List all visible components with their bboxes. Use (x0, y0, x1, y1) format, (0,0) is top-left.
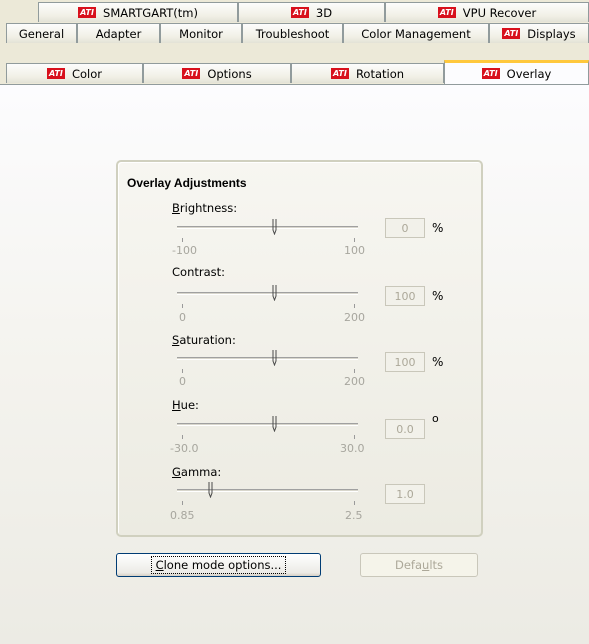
group-title: Overlay Adjustments (127, 176, 247, 190)
tab-label: SMARTGART(tm) (103, 5, 198, 20)
tab-adapter[interactable]: Adapter (77, 23, 160, 43)
contrast-max-label: 200 (344, 311, 365, 324)
saturation-max-label: 200 (344, 375, 365, 388)
brightness-tick-max (354, 238, 355, 242)
saturation-min-label: 0 (179, 375, 186, 388)
saturation-slider-track[interactable] (177, 357, 358, 360)
hue-slider-thumb[interactable] (272, 416, 277, 432)
contrast-tick-max (354, 304, 355, 308)
tab-row-3: ATI Color ATI Options ATI Rotation ATI O… (0, 60, 589, 84)
tab-color-management[interactable]: Color Management (343, 23, 489, 43)
tab-label: Displays (527, 26, 576, 41)
saturation-tick-max (354, 369, 355, 373)
ati-logo-icon: ATI (481, 68, 500, 79)
hue-slider-track[interactable] (177, 423, 358, 426)
tab-3d[interactable]: ATI 3D (238, 2, 385, 22)
hue-tick-min (182, 435, 183, 439)
ati-logo-icon: ATI (78, 7, 97, 18)
tab-smartgart[interactable]: ATI SMARTGART(tm) (38, 2, 238, 22)
tab-color[interactable]: ATI Color (6, 63, 143, 83)
tab-rotation[interactable]: ATI Rotation (291, 63, 444, 83)
brightness-label: Brightness: (172, 201, 238, 215)
tab-row-2: General Adapter Monitor Troubleshoot Col… (0, 23, 589, 44)
brightness-tick-min (182, 238, 183, 242)
ati-logo-icon: ATI (290, 7, 309, 18)
tab-displays[interactable]: ATI Displays (489, 23, 589, 43)
tab-vpu-recover[interactable]: ATI VPU Recover (385, 2, 589, 22)
tab-monitor[interactable]: Monitor (160, 23, 242, 43)
tab-label: General (18, 26, 65, 41)
saturation-slider-thumb[interactable] (272, 350, 277, 366)
brightness-slider-track[interactable] (177, 226, 358, 229)
hue-label: Hue: (172, 398, 199, 412)
tab-general[interactable]: General (6, 23, 77, 43)
tab-row-1: ATI SMARTGART(tm) ATI 3D ATI VPU Recover (0, 2, 589, 23)
overlay-adjustments-group (116, 160, 483, 537)
clone-mode-options-button[interactable]: Clone mode options... (116, 553, 321, 577)
hue-value-field: 0.0 (385, 419, 425, 439)
tab-label: Rotation (355, 66, 405, 81)
hue-min-label: -30.0 (170, 442, 199, 455)
gamma-label: Gamma: (172, 465, 222, 479)
tab-label: Color (71, 66, 103, 81)
ati-logo-icon: ATI (502, 28, 521, 39)
gamma-tick-max (354, 501, 355, 505)
tab-label: Adapter (95, 26, 142, 41)
tab-label: Options (207, 66, 252, 81)
button-focus-frame: Clone mode options... (150, 556, 287, 574)
brightness-slider-thumb[interactable] (272, 219, 277, 235)
contrast-slider-thumb[interactable] (272, 285, 277, 301)
hue-tick-max (354, 435, 355, 439)
saturation-unit: % (432, 355, 444, 369)
gamma-tick-min (182, 501, 183, 505)
contrast-label: Contrast: (172, 265, 226, 279)
contrast-min-label: 0 (179, 311, 186, 324)
tab-overlay[interactable]: ATI Overlay (444, 60, 589, 84)
saturation-value-field: 100 (385, 352, 425, 372)
saturation-tick-min (182, 369, 183, 373)
brightness-value-field: 0 (385, 218, 425, 238)
tab-label: 3D (315, 5, 333, 20)
brightness-min-label: -100 (172, 244, 197, 257)
ati-logo-icon: ATI (330, 68, 349, 79)
hue-unit: o (432, 412, 439, 425)
tab-label: Color Management (361, 26, 471, 41)
defaults-button[interactable]: Defa u lts (360, 553, 478, 577)
tab-options[interactable]: ATI Options (143, 63, 291, 83)
contrast-tick-min (182, 304, 183, 308)
tab-label: Overlay (506, 66, 552, 81)
ati-logo-icon: ATI (182, 68, 201, 79)
brightness-max-label: 100 (344, 244, 365, 257)
saturation-label: Saturation: (172, 333, 236, 347)
contrast-value-field: 100 (385, 286, 425, 306)
ati-logo-icon: ATI (437, 7, 456, 18)
tab-label: Monitor (179, 26, 223, 41)
brightness-unit: % (432, 221, 444, 235)
gamma-min-label: 0.85 (170, 509, 195, 522)
hue-max-label: 30.0 (340, 442, 365, 455)
tab-label: Troubleshoot (255, 26, 330, 41)
ati-logo-icon: ATI (46, 68, 65, 79)
tab-troubleshoot[interactable]: Troubleshoot (242, 23, 343, 43)
tab-label: VPU Recover (462, 5, 537, 20)
gamma-slider-thumb[interactable] (208, 482, 213, 498)
gamma-value-field: 1.0 (385, 484, 425, 504)
gamma-max-label: 2.5 (345, 509, 363, 522)
gamma-slider-track[interactable] (177, 489, 358, 492)
contrast-unit: % (432, 289, 444, 303)
contrast-slider-track[interactable] (177, 292, 358, 295)
